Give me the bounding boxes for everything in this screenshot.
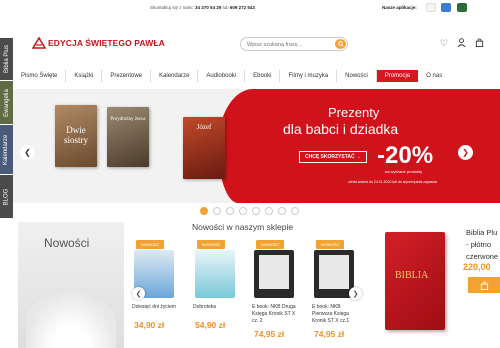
- product-price: 74,95 zł: [254, 329, 285, 339]
- banner-cta-button[interactable]: CHCĘ SKORZYSTAĆ →: [299, 151, 367, 163]
- nowosci-panel-label: Nowości: [44, 236, 90, 250]
- banner-book-1: Dwie siostry: [55, 105, 97, 167]
- product-name[interactable]: Dobroteka: [193, 304, 241, 311]
- side-tab-biblia-plus[interactable]: Biblia Plus: [0, 38, 13, 80]
- wishlist-heart-icon[interactable]: ♡: [440, 38, 448, 49]
- nav-item-promocje[interactable]: Promocje: [376, 70, 419, 82]
- carousel-dot[interactable]: [226, 207, 234, 215]
- banner-discount-sub: na wybrane produkty: [385, 169, 423, 174]
- cart-icon: [480, 280, 488, 290]
- carousel-dot[interactable]: [239, 207, 247, 215]
- product-name[interactable]: E book: NKB Pierwsza Księga Kronik ST X …: [312, 304, 360, 325]
- side-tab-kalendarze[interactable]: Kalendarze: [0, 125, 13, 174]
- contact-info: Skontaktuj się z nami: 34 370 54 29 lub …: [150, 5, 255, 10]
- add-to-cart-button[interactable]: [468, 277, 500, 293]
- carousel-dot[interactable]: [252, 207, 260, 215]
- featured-price: 220,00: [463, 262, 491, 272]
- app-icon-3[interactable]: [457, 3, 467, 12]
- nav-item-ksiazki[interactable]: Książki: [66, 70, 103, 82]
- product-price: 74,95 zł: [314, 329, 345, 339]
- product-image[interactable]: [254, 250, 294, 298]
- product-name[interactable]: Dziesięć dni życiem: [132, 304, 180, 311]
- cart-bag-icon[interactable]: [475, 38, 484, 49]
- new-products-title: Nowości w naszym sklepie: [192, 222, 294, 232]
- carousel-dot[interactable]: [265, 207, 273, 215]
- new-badge: NOWOŚĆ: [197, 240, 226, 249]
- new-badge: NOWOŚĆ: [316, 240, 345, 249]
- product-image[interactable]: [314, 250, 354, 298]
- banner-line-2: dla babci i dziadka: [283, 121, 399, 137]
- carousel-dot[interactable]: [200, 207, 208, 215]
- top-bar: Skontaktuj się z nami: 34 370 54 29 lub …: [0, 0, 500, 16]
- product-price: 34,90 zł: [134, 320, 165, 330]
- carousel-dot[interactable]: [278, 207, 286, 215]
- nav-item-filmy-i-muzyka[interactable]: Filmy i muzyka: [280, 70, 338, 82]
- user-account-icon[interactable]: [457, 38, 466, 49]
- new-badge: NOWOŚĆ: [256, 240, 285, 249]
- search-box: [240, 37, 348, 51]
- open-book-image: [26, 292, 116, 348]
- featured-name[interactable]: Biblia Plu - płótno czerwone: [466, 227, 498, 263]
- nav-item-kalendarze[interactable]: Kalendarze: [151, 70, 199, 82]
- banner-line-1: Prezenty: [328, 105, 380, 120]
- carousel-dots: [200, 207, 299, 215]
- banner-next-arrow-icon[interactable]: ❯: [458, 145, 473, 160]
- header-icons: ♡: [440, 38, 484, 49]
- nav-item-pismo-swiete[interactable]: Pismo Święte: [13, 70, 67, 82]
- nav-item-o-nas[interactable]: O nas: [418, 70, 450, 82]
- nav-item-audiobooki[interactable]: Audiobooki: [198, 70, 246, 82]
- app-icon-2[interactable]: [441, 3, 451, 12]
- side-tab-ewangelia[interactable]: Ewangelia: [0, 81, 13, 124]
- search-icon: [337, 41, 344, 47]
- logo[interactable]: EDYCJA ŚWIĘTEGO PAWŁA: [31, 36, 165, 50]
- nav-item-nowosci[interactable]: Nowości: [337, 70, 377, 82]
- main-nav: Pismo Święte Książki Prezentowe Kalendar…: [13, 70, 493, 83]
- logo-text: EDYCJA ŚWIĘTEGO PAWŁA: [48, 38, 165, 48]
- side-tab-blog[interactable]: BLOG: [0, 175, 13, 218]
- hero-banner[interactable]: Dwie siostry Przydrożny Jezus Józef Prez…: [13, 89, 500, 203]
- search-input[interactable]: [247, 40, 327, 49]
- banner-prev-arrow-icon[interactable]: ❮: [20, 145, 35, 160]
- logo-mark-icon: [31, 36, 47, 50]
- app-icon-1[interactable]: [426, 3, 436, 12]
- products-prev-arrow-icon[interactable]: ❮: [132, 287, 145, 300]
- carousel-dot[interactable]: [213, 207, 221, 215]
- nav-item-ebooki[interactable]: Ebooki: [245, 70, 281, 82]
- carousel-dot[interactable]: [291, 207, 299, 215]
- search-button[interactable]: [335, 39, 346, 49]
- products-next-arrow-icon[interactable]: ❯: [349, 287, 362, 300]
- banner-book-2: Przydrożny Jezus: [107, 107, 149, 167]
- side-tabs: Biblia Plus Ewangelia Kalendarze BLOG: [0, 38, 13, 218]
- banner-fine-print: oferta ważna do 24.01.2020 lub do wyczer…: [348, 180, 438, 184]
- phone-1[interactable]: 34 370 54 29: [195, 5, 221, 10]
- apps-label: Nasze aplikacje:: [382, 5, 417, 10]
- banner-book-3: Józef: [183, 117, 225, 179]
- product-name[interactable]: E book: NKB Druga Księga Kronik ST X cz.…: [252, 304, 300, 325]
- new-badge: NOWOŚĆ: [136, 240, 165, 249]
- nowosci-panel[interactable]: Nowości: [18, 222, 124, 348]
- product-price: 54,90 zł: [195, 320, 226, 330]
- page: Biblia Plus Ewangelia Kalendarze BLOG Sk…: [0, 0, 500, 348]
- phone-2[interactable]: 609 272 543: [230, 5, 255, 10]
- product-image[interactable]: [195, 250, 235, 298]
- banner-discount: -20%: [377, 142, 434, 169]
- nav-item-prezentowe[interactable]: Prezentowe: [102, 70, 152, 82]
- featured-book-image[interactable]: BIBLIA: [385, 232, 445, 330]
